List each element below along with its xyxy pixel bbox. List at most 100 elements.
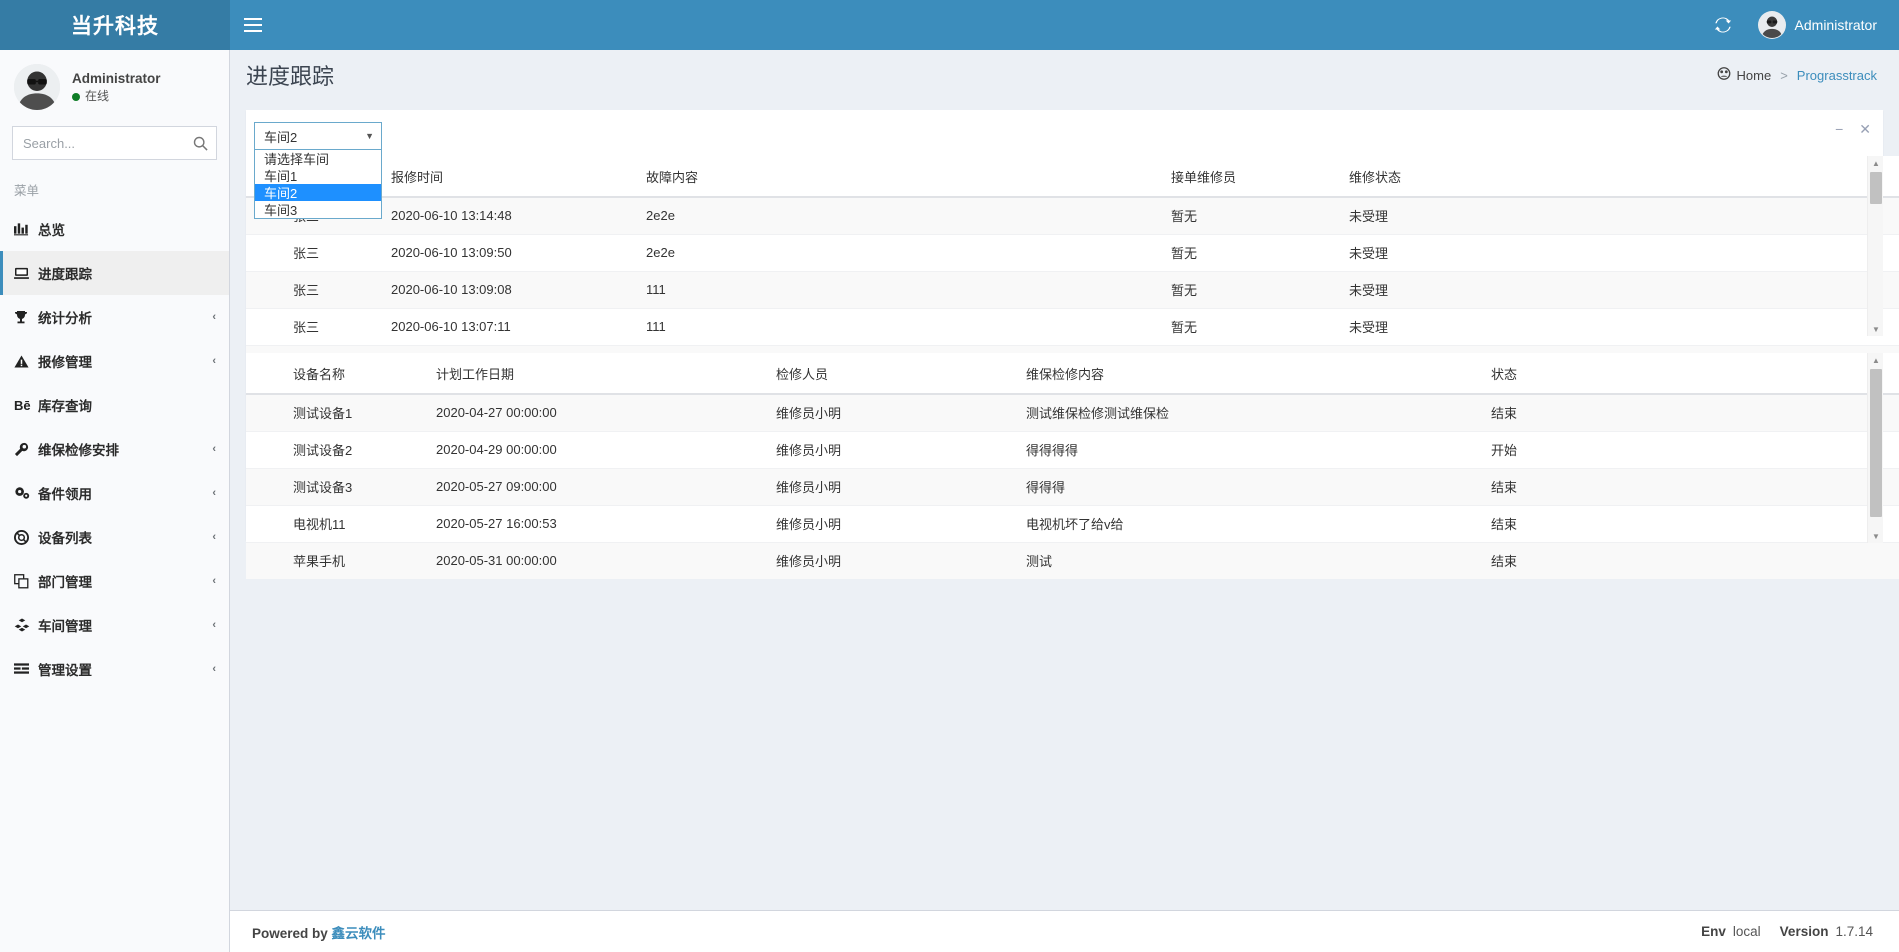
scrollbar-thumb[interactable] <box>1870 369 1882 517</box>
avatar <box>14 64 60 110</box>
table-cell: 结束 <box>1491 468 1899 505</box>
wrench-icon <box>14 442 38 457</box>
sidebar-item-progress-track[interactable]: 进度跟踪 <box>0 251 229 295</box>
table-cell: 张三 <box>246 234 391 271</box>
column-header: 设备名称 <box>246 353 436 394</box>
footer-version-label: Version <box>1780 924 1829 939</box>
close-icon[interactable]: ✕ <box>1859 122 1871 136</box>
breadcrumb-home[interactable]: Home <box>1717 67 1772 83</box>
table-cell: 暂无 <box>1171 197 1349 234</box>
minimize-icon[interactable]: − <box>1835 122 1843 136</box>
progress-panel: − ✕ 车间2 ▼ 请选择车间 车间1 车间2 车间3 报修人 <box>246 110 1883 540</box>
sidebar-item-equipment-list[interactable]: 设备列表 ‹ <box>0 515 229 559</box>
menu-section-header: 菜单 <box>0 160 229 207</box>
column-header: 故障内容 <box>646 156 1171 197</box>
chevron-left-icon: ‹ <box>212 575 216 587</box>
workshop-select-box[interactable]: 车间2 ▼ <box>254 122 382 150</box>
table-cell: 2020-05-31 00:00:00 <box>436 542 776 579</box>
column-header: 维修状态 <box>1349 156 1899 197</box>
sidebar-item-spare-parts[interactable]: 备件领用 ‹ <box>0 471 229 515</box>
table-row[interactable]: 张三2020-06-10 13:07:11111暂无未受理 <box>246 308 1899 345</box>
table-header-row: 报修人 报修时间 故障内容 接单维修员 维修状态 <box>246 156 1899 197</box>
table-cell: 2020-05-27 09:00:00 <box>436 468 776 505</box>
table-row[interactable]: 测试设备32020-05-27 09:00:00维修员小明得得得结束 <box>246 468 1899 505</box>
scroll-down-icon[interactable]: ▼ <box>1868 322 1884 336</box>
table-row[interactable]: 苹果手机2020-05-31 00:00:00维修员小明测试结束 <box>246 542 1899 579</box>
footer-vendor-link[interactable]: 鑫云软件 <box>332 926 386 941</box>
table-cell: 未受理 <box>1349 197 1899 234</box>
chevron-left-icon: ‹ <box>212 619 216 631</box>
scroll-up-icon[interactable]: ▲ <box>1868 353 1884 367</box>
chevron-left-icon: ‹ <box>212 663 216 675</box>
user-menu[interactable]: Administrator <box>1750 0 1885 50</box>
bar-chart-icon <box>14 222 38 236</box>
scroll-up-icon[interactable]: ▲ <box>1868 156 1884 170</box>
table-cell: 结束 <box>1491 542 1899 579</box>
online-dot-icon <box>72 93 80 101</box>
table-cell: 2e2e <box>646 197 1171 234</box>
repair-table-scrollbar[interactable]: ▲ ▼ <box>1867 156 1883 336</box>
hamburger-icon[interactable] <box>230 0 276 50</box>
brand-logo[interactable]: 当升科技 <box>0 0 230 50</box>
footer-env-label: Env <box>1701 924 1726 939</box>
sidebar-user-name: Administrator <box>72 69 161 89</box>
chevron-down-icon: ▼ <box>365 131 374 141</box>
sidebar-item-department-management[interactable]: 部门管理 ‹ <box>0 559 229 603</box>
table-cell: 测试设备1 <box>246 394 436 431</box>
panel-tools: − ✕ <box>1835 122 1871 136</box>
sidebar-item-label: 库存查询 <box>38 395 216 415</box>
table-cell: 结束 <box>1491 505 1899 542</box>
table-row[interactable]: 测试设备22020-04-29 00:00:00维修员小明得得得得开始 <box>246 431 1899 468</box>
header-bar: Administrator <box>230 0 1899 50</box>
table-row[interactable]: 张三2020-06-10 13:09:502e2e暂无未受理 <box>246 234 1899 271</box>
refresh-icon[interactable] <box>1700 0 1746 50</box>
workshop-option-selected[interactable]: 车间2 <box>255 184 381 201</box>
table-row[interactable]: 测试设备12020-04-27 00:00:00维修员小明测试维保检修测试维保检… <box>246 394 1899 431</box>
sidebar-item-label: 维保检修安排 <box>38 439 212 459</box>
footer: Powered by 鑫云软件 Env local Version 1.7.14 <box>230 910 1899 952</box>
list-icon <box>14 663 38 675</box>
sidebar-item-inventory-query[interactable]: Bē 库存查询 <box>0 383 229 427</box>
table-row[interactable]: 电视机112020-05-27 16:00:53维修员小明电视机坏了给v给结束 <box>246 505 1899 542</box>
table-cell: 得得得得 <box>1026 431 1491 468</box>
table-cell: 维修员小明 <box>776 431 1026 468</box>
dashboard-icon <box>1717 67 1731 83</box>
brand-title: 当升科技 <box>71 10 159 40</box>
sidebar-item-repair-management[interactable]: 报修管理 ‹ <box>0 339 229 383</box>
content-area: 进度跟踪 Home > Prograsstrack − ✕ <box>230 50 1899 952</box>
gears-icon <box>14 486 38 500</box>
sidebar-item-admin-settings[interactable]: 管理设置 ‹ <box>0 647 229 691</box>
table-cell: 暂无 <box>1171 234 1349 271</box>
sidebar-item-workshop-management[interactable]: 车间管理 ‹ <box>0 603 229 647</box>
table-cell: 电视机坏了给v给 <box>1026 505 1491 542</box>
repair-table-container: 报修人 报修时间 故障内容 接单维修员 维修状态 张三2020-06-10 13… <box>246 156 1883 336</box>
scrollbar-thumb[interactable] <box>1870 172 1882 204</box>
sidebar-item-label: 设备列表 <box>38 527 212 547</box>
life-ring-icon <box>14 530 38 545</box>
table-row[interactable]: 张三2020-06-10 13:14:482e2e暂无未受理 <box>246 197 1899 234</box>
search-icon[interactable] <box>184 127 216 159</box>
sidebar-user-panel[interactable]: Administrator 在线 <box>0 50 229 122</box>
sidebar-item-maintenance-schedule[interactable]: 维保检修安排 ‹ <box>0 427 229 471</box>
sidebar-item-overview[interactable]: 总览 <box>0 207 229 251</box>
sidebar-item-statistics[interactable]: 统计分析 ‹ <box>0 295 229 339</box>
workshop-option[interactable]: 车间3 <box>255 201 381 218</box>
breadcrumb-current[interactable]: Prograsstrack <box>1797 68 1877 83</box>
footer-powered-by: Powered by 鑫云软件 <box>252 922 386 942</box>
workshop-option[interactable]: 车间1 <box>255 167 381 184</box>
table-cell: 2e2e <box>646 234 1171 271</box>
breadcrumb-home-label: Home <box>1737 68 1772 83</box>
table-cell: 111 <box>646 271 1171 308</box>
maintenance-table-scrollbar[interactable]: ▲ ▼ <box>1867 353 1883 543</box>
sidebar-item-label: 备件领用 <box>38 483 212 503</box>
workshop-select[interactable]: 车间2 ▼ 请选择车间 车间1 车间2 车间3 <box>254 122 382 219</box>
header-right-tools: Administrator <box>1700 0 1899 50</box>
warning-triangle-icon <box>14 355 38 368</box>
table-row[interactable]: 张三2020-06-10 13:09:08111暂无未受理 <box>246 271 1899 308</box>
table-cell: 2020-06-10 13:09:08 <box>391 271 646 308</box>
scroll-down-icon[interactable]: ▼ <box>1868 529 1884 543</box>
table-cell: 2020-06-10 13:09:50 <box>391 234 646 271</box>
workshop-option[interactable]: 请选择车间 <box>255 150 381 167</box>
column-header: 接单维修员 <box>1171 156 1349 197</box>
table-cell: 2020-06-10 13:14:48 <box>391 197 646 234</box>
